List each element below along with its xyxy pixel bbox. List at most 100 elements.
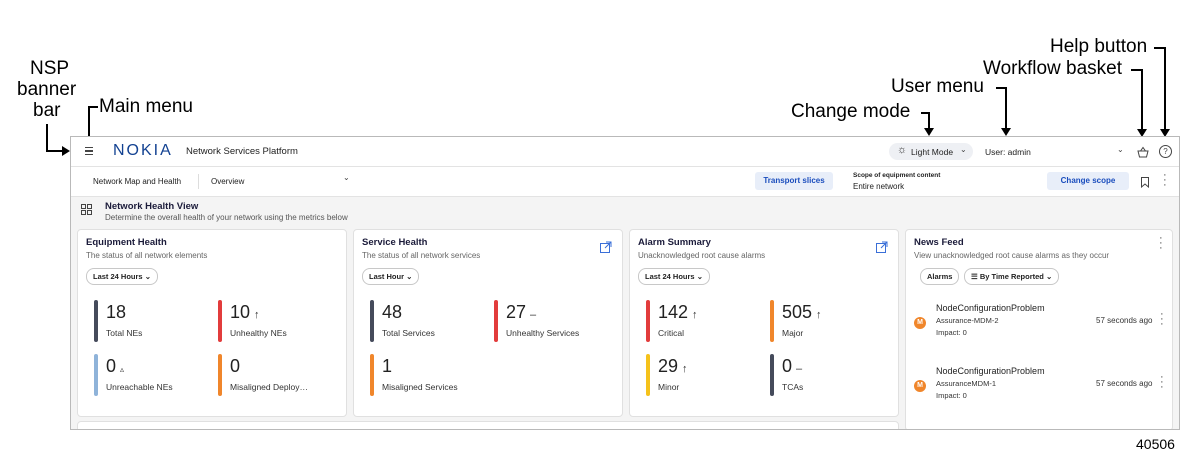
metric-label: Unhealthy Services <box>506 328 580 338</box>
more-options-icon[interactable]: · · · <box>1163 170 1167 191</box>
news-item-source: AssuranceMDM-1 <box>936 379 997 388</box>
trend-icon: ▵ <box>120 365 125 374</box>
news-item[interactable]: M NodeConfigurationProblem AssuranceMDM-… <box>914 363 1166 409</box>
metric-bar <box>646 354 650 396</box>
metric-value: 1 <box>382 356 393 376</box>
metric-value: 142 <box>658 302 689 322</box>
trend-up-icon: ↑ <box>682 363 688 375</box>
open-external-icon[interactable] <box>876 240 888 253</box>
trend-flat-icon: – <box>530 309 537 321</box>
metric-critical[interactable]: 142 ↑ Critical <box>646 300 766 342</box>
metric-unreachable-nes[interactable]: 0 ▵ Unreachable NEs <box>94 354 214 396</box>
callout-help-button: Help button <box>1050 36 1148 57</box>
user-menu[interactable]: User: admin ⌄ <box>981 143 1126 160</box>
app-window: NOKIA Network Services Platform ☼ Light … <box>70 136 1180 430</box>
page-title: Network Health View <box>105 201 199 212</box>
severity-badge: M <box>914 380 926 392</box>
context-bar: Network Map and Health Overview ⌄ Transp… <box>71 167 1179 197</box>
metric-tcas[interactable]: 0– TCAs <box>770 354 890 396</box>
metric-total-services[interactable]: 48 Total Services <box>370 300 490 342</box>
app-title: Network Services Platform <box>186 146 298 157</box>
time-range-dropdown[interactable]: Last 24 Hours ⌄ <box>86 268 158 285</box>
news-item-impact: Impact: 0 <box>936 328 967 337</box>
main-menu-icon[interactable] <box>85 147 93 156</box>
card-description: Unacknowledged root cause alarms <box>638 251 766 260</box>
alarm-summary-card: Alarm Summary Unacknowledged root cause … <box>629 229 899 417</box>
time-range-dropdown[interactable]: Last Hour ⌄ <box>362 268 420 285</box>
chevron-down-icon[interactable]: ⌄ <box>343 173 350 182</box>
chevron-down-icon: ⌄ <box>1117 145 1124 154</box>
metric-major[interactable]: 505 ↑ Major <box>770 300 890 342</box>
figure-id: 40506 <box>1136 436 1175 452</box>
metric-value: 29 <box>658 356 679 376</box>
metric-label: Total NEs <box>106 328 143 338</box>
user-label: User: admin <box>985 147 1031 157</box>
metric-misaligned-deployments[interactable]: 0 Misaligned Deploy… <box>218 354 338 396</box>
metric-bar <box>218 300 222 342</box>
metric-total-nes[interactable]: 18 Total NEs <box>94 300 214 342</box>
metric-label: Critical <box>658 328 684 338</box>
metric-minor[interactable]: 29 ↑ Minor <box>646 354 766 396</box>
view-selector[interactable]: Overview <box>211 177 244 186</box>
change-mode-button[interactable]: ☼ Light Mode ⌄ <box>889 143 973 160</box>
more-options-icon[interactable]: · · · <box>1159 233 1163 254</box>
callout-change-mode: Change mode <box>791 101 911 122</box>
open-external-icon[interactable] <box>600 240 612 253</box>
callout-nsp-banner-1: NSP <box>30 58 70 79</box>
metric-label: Minor <box>658 382 680 392</box>
metric-label: TCAs <box>782 382 804 392</box>
divider <box>198 174 199 189</box>
filter-alarms-chip[interactable]: Alarms <box>920 268 960 285</box>
card-title: Service Health <box>362 237 428 248</box>
card-title: Alarm Summary <box>638 237 711 248</box>
metric-value: 18 <box>106 302 127 322</box>
bookmark-icon[interactable] <box>1141 175 1149 189</box>
trend-up-icon: ↑ <box>254 309 260 321</box>
next-row-card <box>77 421 899 429</box>
metric-value: 27 <box>506 302 527 322</box>
card-description: View unacknowledged root cause alarms as… <box>914 251 1110 260</box>
nokia-logo: NOKIA <box>113 142 173 159</box>
help-icon[interactable]: ? <box>1159 145 1172 158</box>
metric-unhealthy-services[interactable]: 27– Unhealthy Services <box>494 300 614 342</box>
trend-up-icon: ↑ <box>692 309 698 321</box>
callout-line <box>1164 47 1166 131</box>
sort-icon: ☰ <box>971 272 978 281</box>
severity-badge: M <box>914 317 926 329</box>
card-description: The status of all network services <box>362 251 481 260</box>
metric-unhealthy-nes[interactable]: 10 ↑ Unhealthy NEs <box>218 300 338 342</box>
news-item-impact: Impact: 0 <box>936 391 967 400</box>
chevron-down-icon: ⌄ <box>960 145 967 154</box>
equipment-health-card: Equipment Health The status of all netwo… <box>77 229 347 417</box>
arrow-icon <box>62 146 70 156</box>
arrow-icon <box>1001 128 1011 136</box>
metric-label: Total Services <box>382 328 435 338</box>
callout-line <box>88 106 90 138</box>
metric-label: Unreachable NEs <box>106 382 173 392</box>
sort-dropdown[interactable]: ☰ By Time Reported ⌄ <box>964 268 1060 285</box>
metric-value: 0 <box>106 356 117 376</box>
callout-nsp-banner-2: banner <box>17 79 77 100</box>
change-scope-button[interactable]: Change scope <box>1047 172 1129 190</box>
item-more-icon[interactable]: · · · <box>1160 309 1164 330</box>
metric-label: Major <box>782 328 804 338</box>
news-item[interactable]: M NodeConfigurationProblem Assurance-MDM… <box>914 300 1166 346</box>
item-more-icon[interactable]: · · · <box>1160 372 1164 393</box>
metric-misaligned-services[interactable]: 1 Misaligned Services <box>370 354 490 396</box>
breadcrumb-network-map[interactable]: Network Map and Health <box>93 177 181 186</box>
news-item-time: 57 seconds ago <box>1096 316 1153 325</box>
card-description: The status of all network elements <box>86 251 208 260</box>
page-description: Determine the overall health of your net… <box>105 213 348 222</box>
metric-bar <box>646 300 650 342</box>
news-item-source: Assurance-MDM-2 <box>936 316 999 325</box>
time-range-dropdown[interactable]: Last 24 Hours ⌄ <box>638 268 710 285</box>
news-item-title: NodeConfigurationProblem <box>936 303 1045 313</box>
metric-bar <box>770 300 774 342</box>
metric-value: 10 <box>230 302 251 322</box>
news-feed-card: News Feed View unacknowledged root cause… <box>905 229 1173 429</box>
metric-bar <box>494 300 498 342</box>
trend-up-icon: ↑ <box>816 309 822 321</box>
transport-slices-button[interactable]: Transport slices <box>755 172 833 190</box>
workflow-basket-icon[interactable] <box>1137 145 1149 158</box>
metric-value: 48 <box>382 302 403 322</box>
